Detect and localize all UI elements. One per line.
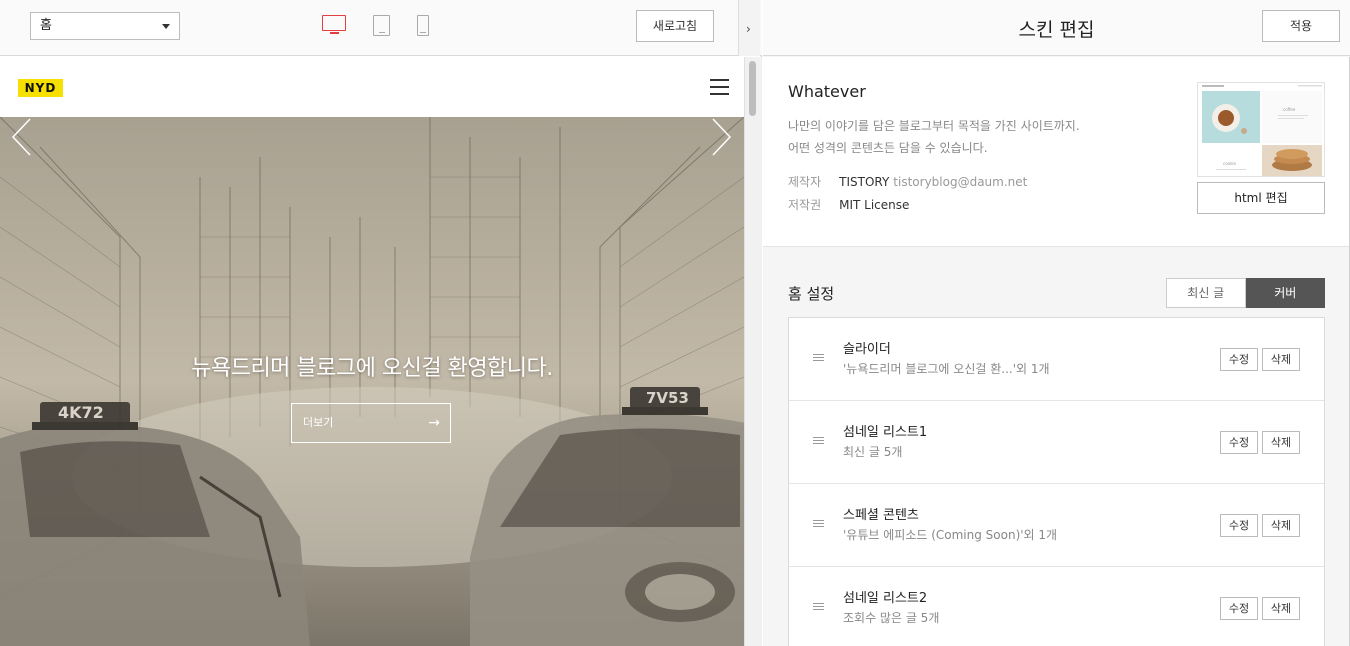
item-subtitle: 조회수 많은 글 5개 (843, 611, 940, 625)
license-value: MIT License (839, 198, 910, 212)
list-item[interactable]: 스페셜 콘텐츠 '유튜브 에피소드 (Coming Soon)'외 1개 수정 … (789, 484, 1324, 567)
skin-desc-line2: 어떤 성격의 콘텐츠든 담을 수 있습니다. (788, 141, 988, 155)
collapse-button[interactable]: › (738, 0, 760, 56)
skin-description: 나만의 이야기를 담은 블로그부터 목적을 가진 사이트까지. 어떤 성격의 콘… (788, 115, 1080, 159)
item-title: 스페셜 콘텐츠 (843, 508, 919, 523)
hamburger-icon[interactable] (710, 79, 729, 95)
drag-handle-icon[interactable] (813, 520, 824, 529)
site-preview: NYD 4K72 7V53 뉴욕드리머 블로그에 오신걸 환영합니다. 더보기 … (0, 57, 744, 646)
preview-pane: 홈 새로고침 › NYD 4K72 7V53 뉴욕드리머 블로그에 오신걸 환영… (0, 0, 762, 646)
maker-name: TISTORY (839, 175, 890, 189)
skin-name: Whatever (788, 82, 866, 101)
svg-text:coffee: coffee (1283, 107, 1296, 112)
html-edit-button[interactable]: html 편집 (1197, 182, 1325, 214)
svg-text:cookie: cookie (1223, 161, 1237, 166)
delete-button[interactable]: 삭제 (1262, 597, 1300, 620)
preview-toolbar: 홈 새로고침 › (0, 0, 762, 56)
hero-title: 뉴욕드리머 블로그에 오신걸 환영합니다. (191, 356, 553, 381)
delete-button[interactable]: 삭제 (1262, 431, 1300, 454)
preview-scrollbar[interactable] (744, 57, 762, 646)
edit-panel-header: 스킨 편집 적용 (763, 0, 1350, 56)
arrow-right-icon: → (428, 415, 440, 431)
chevron-right-icon: › (746, 22, 751, 36)
drag-handle-icon[interactable] (813, 354, 824, 363)
arrow-left-icon[interactable] (10, 117, 32, 157)
svg-text:4K72: 4K72 (58, 403, 104, 422)
list-item[interactable]: 섬네일 리스트1 최신 글 5개 수정 삭제 (789, 401, 1324, 484)
skin-thumbnail: coffee cookie (1197, 82, 1325, 177)
item-subtitle: '유튜브 에피소드 (Coming Soon)'외 1개 (843, 528, 1058, 542)
license-label: 저작권 (788, 198, 822, 212)
delete-button[interactable]: 삭제 (1262, 348, 1300, 371)
tablet-icon[interactable] (373, 15, 390, 36)
list-item[interactable]: 섬네일 리스트2 조회수 많은 글 5개 수정 삭제 (789, 567, 1324, 646)
chevron-down-icon (162, 24, 170, 29)
edit-panel: 스킨 편집 적용 Whatever 나만의 이야기를 담은 블로그부터 목적을 … (763, 0, 1350, 646)
scrollbar-thumb[interactable] (749, 61, 756, 116)
cover-item-list: 슬라이더 '뉴욕드리머 블로그에 오신걸 환...'외 1개 수정 삭제 섬네일… (788, 317, 1325, 646)
skin-desc-line1: 나만의 이야기를 담은 블로그부터 목적을 가진 사이트까지. (788, 119, 1080, 133)
skin-info: Whatever 나만의 이야기를 담은 블로그부터 목적을 가진 사이트까지.… (763, 57, 1350, 247)
home-mode-toggle: 최신 글 커버 (1166, 278, 1325, 308)
item-subtitle: '뉴욕드리머 블로그에 오신걸 환...'외 1개 (843, 362, 1050, 376)
desktop-icon[interactable] (322, 15, 348, 35)
skin-maker: 제작자 TISTORY tistoryblog@daum.net (788, 173, 1027, 190)
apply-button[interactable]: 적용 (1262, 10, 1340, 42)
delete-button[interactable]: 삭제 (1262, 514, 1300, 537)
mobile-icon[interactable] (417, 15, 429, 36)
skin-license: 저작권 MIT License (788, 196, 909, 213)
edit-button[interactable]: 수정 (1220, 514, 1258, 537)
item-title: 슬라이더 (843, 342, 891, 357)
maker-label: 제작자 (788, 175, 822, 189)
svg-text:7V53: 7V53 (646, 389, 689, 407)
edit-button[interactable]: 수정 (1220, 348, 1258, 371)
page-select[interactable]: 홈 (30, 12, 180, 40)
tab-cover[interactable]: 커버 (1245, 278, 1325, 308)
drag-handle-icon[interactable] (813, 603, 824, 612)
more-button[interactable]: 더보기 → (291, 403, 451, 443)
home-settings-title: 홈 설정 (788, 285, 835, 303)
item-subtitle: 최신 글 5개 (843, 445, 903, 459)
more-button-label: 더보기 (303, 416, 334, 429)
edit-button[interactable]: 수정 (1220, 597, 1258, 620)
list-item[interactable]: 슬라이더 '뉴욕드리머 블로그에 오신걸 환...'외 1개 수정 삭제 (789, 318, 1324, 401)
item-title: 섬네일 리스트2 (843, 591, 928, 606)
arrow-right-icon[interactable] (711, 117, 733, 157)
hero-slider: 4K72 7V53 뉴욕드리머 블로그에 오신걸 환영합니다. 더보기 → (0, 117, 744, 646)
item-title: 섬네일 리스트1 (843, 425, 928, 440)
tab-recent-posts[interactable]: 최신 글 (1166, 278, 1246, 308)
site-header: NYD (0, 57, 744, 117)
page-select-value: 홈 (40, 18, 52, 33)
refresh-button[interactable]: 새로고침 (636, 10, 714, 42)
skin-editor: 홈 새로고침 › NYD 4K72 7V53 뉴욕드리머 블로그에 오신걸 환영… (0, 0, 1350, 646)
drag-handle-icon[interactable] (813, 437, 824, 446)
site-logo[interactable]: NYD (18, 79, 63, 97)
edit-button[interactable]: 수정 (1220, 431, 1258, 454)
maker-email: tistoryblog@daum.net (893, 175, 1028, 189)
